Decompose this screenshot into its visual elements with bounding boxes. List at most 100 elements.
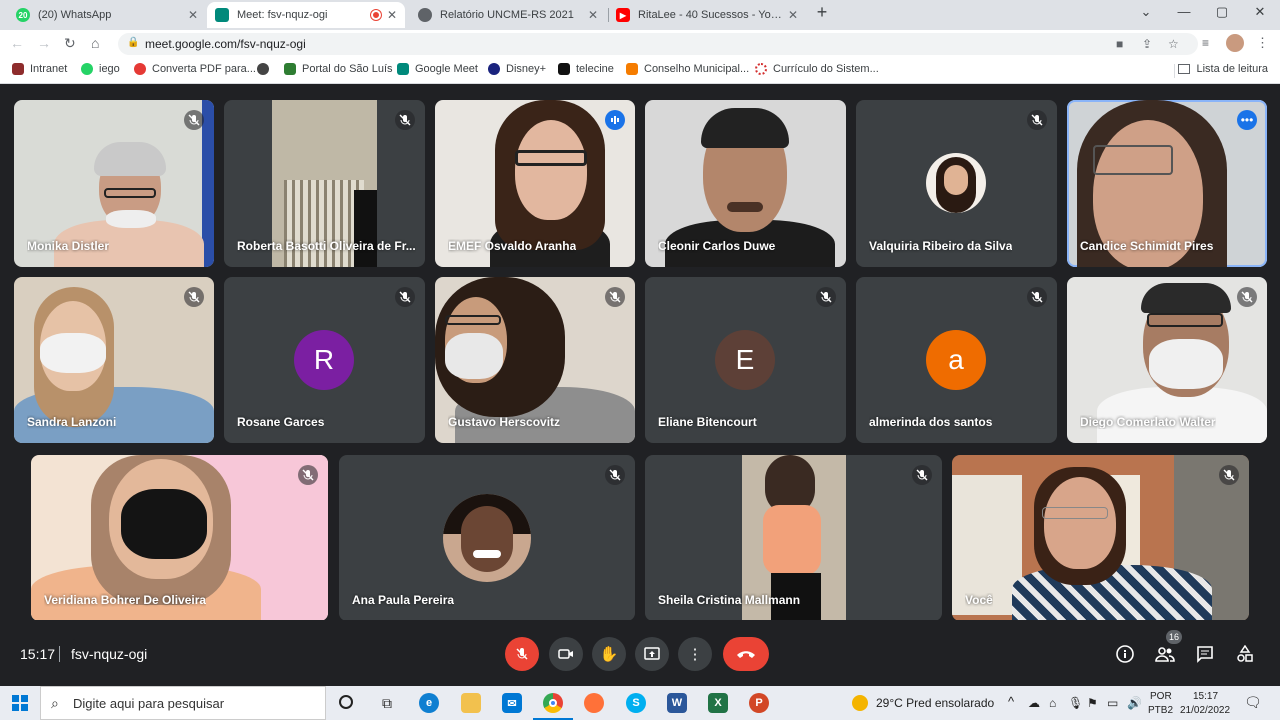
forward-icon[interactable]: → [37,35,51,51]
new-tab-button[interactable]: + [812,2,832,23]
bookmark-icon [12,63,24,75]
tab-youtube[interactable]: ▶ RitaLee - 40 Sucessos - YouTube ✕ [608,2,806,28]
bookmark-conselho[interactable]: Conselho Municipal... [626,63,749,75]
profile-avatar[interactable] [1226,34,1244,52]
mic-toggle-button[interactable] [505,637,539,671]
camera-icon[interactable]: ■ [1116,37,1123,51]
home-icon[interactable]: ⌂ [91,35,99,51]
task-view-icon[interactable]: ⧉ [377,693,397,713]
close-icon[interactable]: ✕ [588,8,598,22]
bookmark-converta-pdf[interactable]: Converta PDF para... [134,63,256,75]
bookmark-intranet[interactable]: Intranet [12,63,67,75]
back-icon[interactable]: ← [10,35,24,51]
recording-icon [370,10,381,20]
present-screen-button[interactable] [635,637,669,671]
participant-count-badge: 16 [1166,630,1182,644]
bookmark-curriculo[interactable]: Currículo do Sistem... [755,63,879,75]
bookmark-telecine[interactable]: telecine [558,63,614,75]
notifications-icon[interactable]: 🗨 [1244,694,1262,711]
participant-tile[interactable]: Você [952,455,1249,621]
participant-name: Candice Schimidt Pires [1080,239,1214,253]
skype-icon[interactable]: S [626,693,646,713]
close-icon[interactable]: ✕ [387,8,397,22]
bookmarks-bar: Intranet iego Converta PDF para... Porta… [0,58,1280,84]
taskbar-search[interactable]: ⌕ Digite aqui para pesquisar [40,686,326,720]
security-icon[interactable]: ⚑ [1087,696,1098,710]
hangup-icon [737,651,755,658]
minimize-button[interactable]: — [1174,4,1194,19]
whatsapp-icon [81,63,93,75]
participant-tile[interactable]: Veridiana Bohrer De Oliveira [31,455,328,621]
close-icon[interactable]: ✕ [788,8,798,22]
activities-button[interactable] [1234,643,1256,665]
participant-tile[interactable]: EMEF Osvaldo Aranha [435,100,635,267]
participant-tile[interactable]: Cleonir Carlos Duwe [645,100,846,267]
maximize-button[interactable]: ▢ [1212,4,1232,20]
mail-icon[interactable]: ✉ [502,693,522,713]
language-code[interactable]: POR [1150,691,1172,702]
participant-tile[interactable]: a almerinda dos santos [856,277,1057,443]
reading-list-button[interactable]: Lista de leitura [1178,63,1268,75]
share-icon[interactable]: ⇪ [1142,37,1152,51]
bookmark-star-icon[interactable]: ☆ [1168,37,1179,51]
excel-icon[interactable]: X [708,693,728,713]
keyboard-layout[interactable]: PTB2 [1148,705,1173,716]
tab-relatorio[interactable]: Relatório UNCME-RS 2021 ✕ [410,2,606,28]
close-icon[interactable]: ✕ [188,8,198,22]
chrome-menu-icon[interactable]: ⋮ [1256,35,1269,51]
bookmark-portal-sao-luis[interactable]: Portal do São Luís [284,63,393,75]
bookmark-disney[interactable]: Disney+ [488,63,546,75]
more-options-button[interactable]: ⋮ [678,637,712,671]
participant-tile[interactable]: Sandra Lanzoni [14,277,214,443]
tab-whatsapp[interactable]: 20 (20) WhatsApp ✕ [8,2,206,28]
bookmark-iego[interactable]: iego [81,63,120,75]
reload-icon[interactable]: ↻ [64,35,76,52]
onedrive-icon[interactable]: ☁ [1028,696,1040,710]
weather-icon[interactable] [852,695,868,711]
participant-tile[interactable]: Monika Distler [14,100,214,267]
tray-chevron-icon[interactable]: ^ [1008,694,1014,709]
participant-tile[interactable]: E Eliane Bitencourt [645,277,846,443]
raise-hand-button[interactable]: ✋ [592,637,626,671]
clock-date[interactable]: 21/02/2022 [1180,705,1230,716]
powerpoint-icon[interactable]: P [749,693,769,713]
chrome-icon[interactable] [543,693,563,713]
participant-tile[interactable]: Valquiria Ribeiro da Silva [856,100,1057,267]
cortana-icon[interactable] [339,695,353,709]
edge-icon[interactable]: e [419,693,439,713]
chat-button[interactable] [1194,643,1216,665]
hand-icon: ✋ [599,646,619,663]
clock-time[interactable]: 15:17 [1193,691,1218,702]
windows-start-icon[interactable] [12,695,28,711]
meeting-details-button[interactable] [1114,643,1136,665]
participant-tile[interactable]: ••• Candice Schimidt Pires [1067,100,1267,267]
tab-search-icon[interactable]: ⌄ [1136,4,1156,20]
file-explorer-icon[interactable] [461,693,481,713]
network-icon[interactable]: ⌂ [1049,696,1056,710]
battery-icon[interactable]: ▭ [1107,696,1118,710]
address-bar[interactable]: 🔒 meet.google.com/fsv-nquz-ogi ■ ⇪ ☆ [118,33,1198,55]
participant-name: Ana Paula Pereira [352,593,455,607]
participant-tile[interactable]: R Rosane Garces [224,277,425,443]
more-options-icon[interactable]: ••• [1237,110,1257,130]
participant-tile[interactable]: Ana Paula Pereira [339,455,635,621]
participant-tile[interactable]: Diego Comerlato Walter [1067,277,1267,443]
bookmark-google-meet[interactable]: Google Meet [397,63,478,75]
tab-meet[interactable]: Meet: fsv-nquz-ogi ✕ [207,2,405,28]
volume-icon[interactable]: 🔊 [1127,696,1142,710]
camera-toggle-button[interactable] [549,637,583,671]
word-icon[interactable]: W [667,693,687,713]
firefox-icon[interactable] [584,693,604,713]
close-window-button[interactable]: ✕ [1250,4,1270,20]
leave-call-button[interactable] [723,637,769,671]
participant-tile[interactable]: Roberta Basotti Oliveira de Fr... [224,100,425,267]
media-icon[interactable]: ≡ [1202,36,1209,50]
muted-mic-icon [395,287,415,307]
people-button[interactable] [1154,643,1176,665]
bookmark-globe[interactable] [257,63,275,75]
participant-name: Eliane Bitencourt [658,415,757,429]
globe-icon [257,63,269,75]
mic-tray-icon[interactable]: 🎙 [1068,696,1083,710]
participant-tile[interactable]: Sheila Cristina Mallmann [645,455,942,621]
participant-tile[interactable]: Gustavo Herscovitz [435,277,635,443]
